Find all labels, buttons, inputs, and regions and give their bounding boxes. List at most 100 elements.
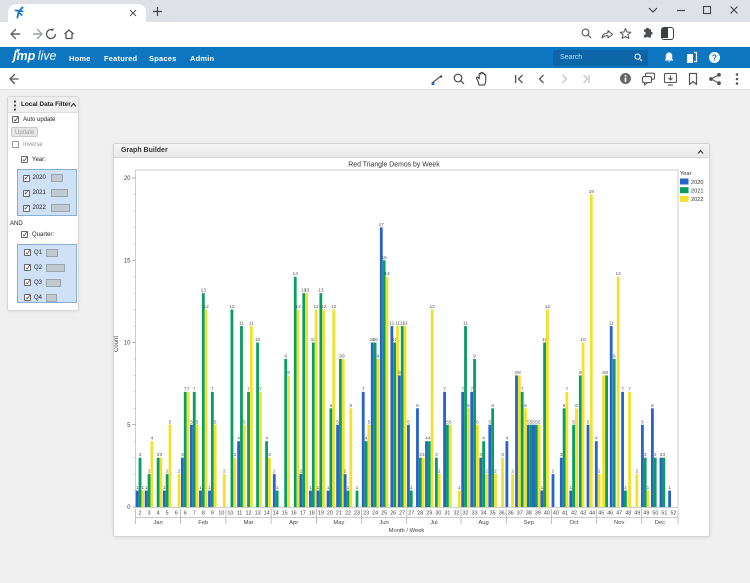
svg-text:5: 5: [190, 419, 193, 425]
svg-text:Month / Week: Month / Week: [389, 528, 425, 534]
svg-text:3: 3: [501, 452, 504, 458]
svg-text:7: 7: [259, 386, 262, 392]
svg-text:10: 10: [218, 511, 224, 517]
svg-text:1: 1: [317, 485, 320, 491]
svg-text:11: 11: [609, 321, 614, 327]
svg-text:19: 19: [589, 189, 595, 195]
svg-text:44: 44: [589, 511, 595, 517]
svg-text:5: 5: [127, 423, 131, 429]
svg-text:2: 2: [223, 469, 226, 475]
svg-text:43: 43: [580, 511, 586, 517]
svg-text:17: 17: [300, 511, 306, 517]
svg-text:17: 17: [379, 222, 385, 228]
svg-text:2: 2: [344, 469, 347, 475]
svg-text:12: 12: [246, 511, 252, 517]
svg-text:7: 7: [443, 386, 446, 392]
svg-text:1: 1: [668, 485, 671, 491]
svg-text:15: 15: [282, 511, 288, 517]
svg-text:13: 13: [255, 511, 261, 517]
svg-text:6: 6: [563, 403, 566, 409]
svg-text:7: 7: [521, 386, 524, 392]
svg-text:Count: Count: [114, 336, 120, 352]
svg-text:11: 11: [403, 321, 408, 327]
svg-text:3: 3: [662, 452, 665, 458]
svg-text:32: 32: [463, 511, 469, 517]
svg-text:3: 3: [160, 452, 163, 458]
svg-text:14: 14: [293, 271, 299, 277]
svg-text:39: 39: [535, 511, 541, 517]
svg-text:7: 7: [566, 386, 569, 392]
svg-text:34: 34: [481, 511, 487, 517]
svg-text:3: 3: [139, 452, 142, 458]
svg-text:13: 13: [318, 288, 324, 294]
svg-text:14: 14: [384, 271, 390, 277]
svg-text:52: 52: [671, 511, 677, 517]
svg-text:0: 0: [127, 505, 131, 511]
svg-text:3: 3: [148, 511, 151, 517]
svg-text:33: 33: [472, 511, 478, 517]
svg-text:5: 5: [476, 419, 479, 425]
svg-text:31: 31: [444, 511, 450, 517]
svg-text:Jul: Jul: [430, 520, 437, 526]
svg-text:2: 2: [636, 469, 639, 475]
svg-text:3: 3: [644, 452, 647, 458]
svg-text:2: 2: [273, 469, 276, 475]
svg-text:2: 2: [139, 511, 142, 517]
svg-text:41: 41: [562, 511, 568, 517]
svg-text:9: 9: [342, 353, 345, 359]
svg-text:6: 6: [330, 403, 333, 409]
svg-text:29: 29: [426, 511, 432, 517]
svg-text:4: 4: [595, 436, 598, 442]
svg-text:49: 49: [634, 511, 640, 517]
svg-text:8: 8: [518, 370, 521, 376]
svg-text:2: 2: [148, 469, 151, 475]
svg-text:5: 5: [538, 419, 541, 425]
svg-text:3: 3: [233, 452, 236, 458]
svg-text:1: 1: [309, 485, 312, 491]
svg-text:3: 3: [422, 452, 425, 458]
svg-text:10: 10: [227, 511, 233, 517]
svg-text:12: 12: [331, 304, 337, 310]
svg-text:46: 46: [607, 511, 613, 517]
svg-text:3: 3: [181, 452, 184, 458]
svg-text:5: 5: [243, 419, 246, 425]
svg-text:18: 18: [309, 511, 315, 517]
svg-text:Feb: Feb: [198, 520, 208, 526]
svg-text:12: 12: [295, 304, 301, 310]
svg-text:47: 47: [616, 511, 622, 517]
svg-text:5: 5: [196, 419, 199, 425]
svg-text:13: 13: [201, 288, 207, 294]
svg-text:5: 5: [407, 419, 410, 425]
svg-text:2: 2: [552, 469, 555, 475]
svg-text:2: 2: [598, 469, 601, 475]
svg-text:14: 14: [273, 511, 279, 517]
svg-text:Mar: Mar: [244, 520, 254, 526]
svg-text:2: 2: [494, 469, 497, 475]
svg-text:2: 2: [511, 469, 514, 475]
svg-text:37: 37: [517, 511, 523, 517]
svg-text:5: 5: [641, 419, 644, 425]
svg-text:Red Triangle Demos by Week: Red Triangle Demos by Week: [348, 162, 440, 169]
svg-text:6: 6: [491, 403, 494, 409]
svg-text:6: 6: [467, 403, 470, 409]
svg-text:8: 8: [287, 370, 290, 376]
svg-text:27: 27: [408, 511, 414, 517]
svg-text:32: 32: [454, 511, 460, 517]
svg-text:10: 10: [580, 337, 586, 343]
svg-text:Dec: Dec: [655, 520, 665, 526]
svg-text:1: 1: [458, 485, 461, 491]
svg-text:7: 7: [362, 386, 365, 392]
svg-text:40: 40: [544, 511, 550, 517]
svg-text:15: 15: [381, 255, 387, 261]
svg-text:12: 12: [430, 304, 436, 310]
svg-text:1: 1: [569, 485, 572, 491]
svg-text:8: 8: [202, 511, 205, 517]
svg-text:10: 10: [372, 337, 378, 343]
svg-text:4: 4: [151, 436, 154, 442]
svg-text:20: 20: [124, 176, 131, 182]
svg-text:23: 23: [363, 511, 369, 517]
svg-text:45: 45: [598, 511, 604, 517]
svg-text:4: 4: [265, 436, 268, 442]
svg-text:6: 6: [575, 403, 578, 409]
svg-text:27: 27: [399, 511, 405, 517]
